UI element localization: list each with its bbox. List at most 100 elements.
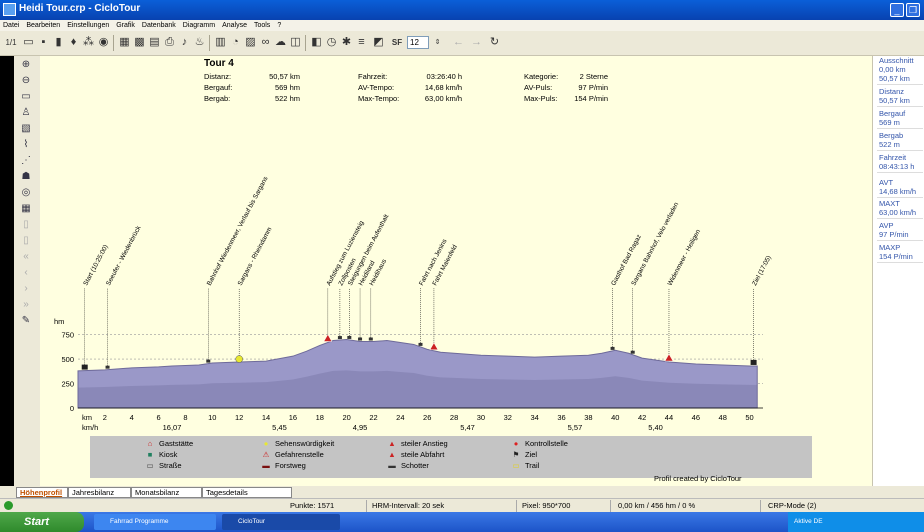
last-icon[interactable]: » bbox=[19, 298, 33, 312]
menu-item-6[interactable]: Analyse bbox=[222, 20, 247, 31]
doc2-icon[interactable]: ▯ bbox=[19, 234, 33, 248]
legend-item: ⌂ Gaststätte bbox=[144, 439, 193, 448]
menu-item-5[interactable]: Diagramm bbox=[183, 20, 215, 31]
summary-divider bbox=[877, 218, 923, 219]
photo-icon[interactable]: ▨ bbox=[244, 36, 257, 49]
x-tick-label: 42 bbox=[638, 413, 646, 422]
target-icon[interactable]: ◎ bbox=[19, 186, 33, 200]
minimize-button[interactable]: _ bbox=[890, 3, 904, 17]
start-button[interactable]: Start bbox=[0, 512, 84, 532]
star-icon[interactable]: ✱ bbox=[340, 36, 353, 49]
line-chart-icon[interactable]: ⌇ bbox=[19, 138, 33, 152]
speed-label: 5,45 bbox=[272, 423, 287, 432]
system-tray: Aktive DE bbox=[788, 512, 924, 532]
monitor-icon[interactable]: ▭ bbox=[19, 90, 33, 104]
tab-2[interactable]: Monatsbilanz bbox=[131, 487, 202, 498]
route-icon[interactable]: ♪ bbox=[178, 36, 191, 49]
animal-icon[interactable]: ☗ bbox=[19, 170, 33, 184]
zoom-in-icon[interactable]: ⊕ bbox=[19, 58, 33, 72]
summary-value: 97 P/min bbox=[879, 230, 909, 239]
menu-item-1[interactable]: Bearbeiten bbox=[26, 20, 60, 31]
x-tick-label: 32 bbox=[504, 413, 512, 422]
bike-icon[interactable]: ∞ bbox=[259, 36, 272, 49]
steep-climb-icon bbox=[429, 342, 439, 351]
tab-3[interactable]: Tagesdetails bbox=[202, 487, 292, 498]
prev-icon[interactable]: ‹ bbox=[19, 266, 33, 280]
restore-button[interactable]: ❐ bbox=[906, 3, 920, 17]
profile-canvas: Tour 4 Distanz: 50,57 km Fahrzeit: 03:26:40… bbox=[40, 56, 872, 486]
taskbar-item-label: Fahrrad Programme bbox=[110, 518, 169, 525]
tab-1[interactable]: Jahresbilanz bbox=[68, 487, 131, 498]
speed-axis-label: km/h bbox=[82, 423, 98, 432]
summary-divider bbox=[877, 197, 923, 198]
sf-label: SF bbox=[391, 38, 403, 47]
menu-item-7[interactable]: Tools bbox=[254, 20, 270, 31]
menu-item-0[interactable]: Datei bbox=[3, 20, 19, 31]
status-points: Punkte: 1571 bbox=[290, 501, 335, 510]
open-folder-icon[interactable]: ▭ bbox=[22, 36, 35, 49]
table-icon[interactable]: ▦ bbox=[118, 36, 131, 49]
person-icon[interactable]: ♙ bbox=[19, 106, 33, 120]
legend-item: ▭ Straße bbox=[144, 461, 181, 470]
status-pixel: Pixel: 950*700 bbox=[522, 501, 571, 510]
pin-icon[interactable]: ♦ bbox=[67, 36, 80, 49]
sight-icon bbox=[235, 355, 243, 363]
legend-item: ■ Kiosk bbox=[144, 450, 178, 459]
cloud-icon[interactable]: ☁ bbox=[274, 36, 287, 49]
forward-arrow-icon[interactable]: → bbox=[470, 36, 483, 49]
menu-item-4[interactable]: Datenbank bbox=[142, 20, 176, 31]
image-icon[interactable]: ▧ bbox=[19, 122, 33, 136]
sheet-icon[interactable]: ▤ bbox=[148, 36, 161, 49]
tools-icon[interactable]: ✎ bbox=[19, 314, 33, 328]
taskbar-item-fahrrad[interactable]: Fahrrad Programme bbox=[94, 514, 216, 530]
lines-icon[interactable]: ≡ bbox=[355, 36, 368, 49]
split-icon[interactable]: ◧ bbox=[310, 36, 323, 49]
zoom-out-icon[interactable]: ⊖ bbox=[19, 74, 33, 88]
refresh-icon[interactable]: ↻ bbox=[488, 36, 501, 49]
cd-icon[interactable]: ◉ bbox=[97, 36, 110, 49]
waypoint-label: Start (10:25:00) bbox=[82, 244, 109, 287]
summary-label: AVT bbox=[879, 178, 894, 187]
x-tick-label: 24 bbox=[396, 413, 404, 422]
tab-0[interactable]: Höhenprofil bbox=[16, 487, 68, 498]
book-icon[interactable]: ▮ bbox=[52, 36, 65, 49]
next-icon[interactable]: › bbox=[19, 282, 33, 296]
elevation-profile-chart: 0250500750hmkm 2 4 6 8 10 12 14 16 18 20 22 24 26 28 30… bbox=[54, 175, 773, 432]
grid-view-icon[interactable]: ▦ bbox=[19, 202, 33, 216]
menu-item-2[interactable]: Einstellungen bbox=[67, 20, 109, 31]
y-tick-label: 500 bbox=[61, 355, 74, 364]
grid-icon[interactable]: ▩ bbox=[133, 36, 146, 49]
save-icon[interactable]: ▪ bbox=[37, 36, 50, 49]
marker-icon[interactable]: ♨ bbox=[193, 36, 206, 49]
stats-icon[interactable]: ◔ bbox=[229, 36, 242, 49]
summary-label: Bergauf bbox=[879, 109, 906, 118]
back-arrow-icon[interactable]: ← bbox=[452, 36, 465, 49]
network-icon[interactable]: ⁂ bbox=[82, 36, 95, 49]
spin-icon[interactable]: ⇕ bbox=[431, 36, 444, 49]
x-tick-label: 16 bbox=[289, 413, 297, 422]
menu-item-8[interactable]: ? bbox=[277, 20, 281, 31]
chart-icon[interactable]: ▥ bbox=[214, 36, 227, 49]
trail-icon: ▭ bbox=[512, 461, 520, 470]
legend-label: Forstweg bbox=[275, 461, 306, 470]
window-icon[interactable]: ◫ bbox=[289, 36, 302, 49]
doc-icon[interactable]: ▯ bbox=[19, 218, 33, 232]
clock-icon[interactable]: ◷ bbox=[325, 36, 338, 49]
x-tick-label: 26 bbox=[423, 413, 431, 422]
steiler-anstieg-icon: ▲ bbox=[388, 439, 396, 448]
scatter-icon[interactable]: ⋰ bbox=[19, 154, 33, 168]
y-axis-label: hm bbox=[54, 317, 64, 326]
legend-label: Trail bbox=[525, 461, 540, 470]
profile-credit: Profil created by CicloTour bbox=[654, 474, 742, 483]
menu-item-3[interactable]: Grafik bbox=[116, 20, 135, 31]
taskbar-item-ciclotour[interactable]: CicloTour bbox=[222, 514, 340, 530]
summary-label: Bergab bbox=[879, 131, 904, 140]
first-icon[interactable]: « bbox=[19, 250, 33, 264]
summary-value: 50,57 km bbox=[879, 96, 910, 105]
x-axis-label: km bbox=[82, 413, 92, 422]
profile-icon[interactable]: ◩ bbox=[372, 36, 385, 49]
print-icon[interactable]: ⎙ bbox=[163, 36, 176, 49]
x-tick-label: 40 bbox=[611, 413, 619, 422]
zoom-input[interactable]: 12 bbox=[407, 36, 429, 49]
x-tick-label: 48 bbox=[719, 413, 727, 422]
